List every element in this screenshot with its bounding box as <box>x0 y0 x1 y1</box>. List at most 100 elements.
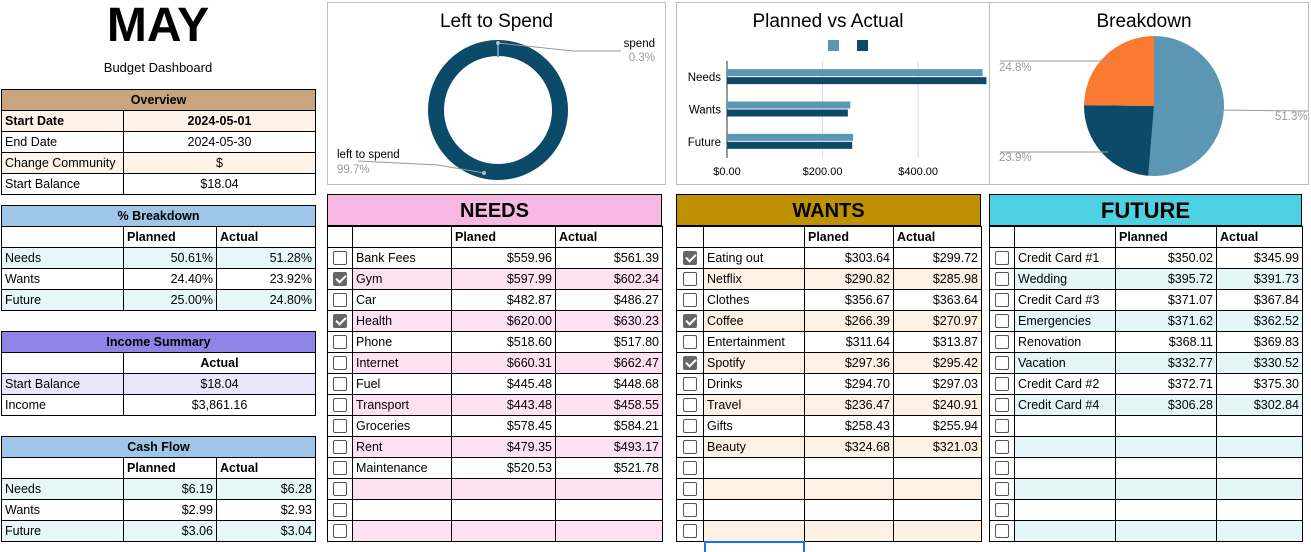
item-name[interactable]: Phone <box>352 331 452 353</box>
item-actual[interactable]: $521.78 <box>555 457 663 479</box>
item-actual[interactable] <box>1216 415 1303 437</box>
item-name[interactable] <box>1014 478 1116 500</box>
item-name[interactable] <box>1014 457 1116 479</box>
item-planned[interactable]: $518.60 <box>451 331 556 353</box>
item-actual[interactable] <box>555 499 663 521</box>
item-actual[interactable] <box>1216 520 1303 542</box>
item-planned[interactable] <box>451 478 556 500</box>
item-name[interactable]: Credit Card #3 <box>1014 289 1116 311</box>
item-planned[interactable]: $597.99 <box>451 268 556 290</box>
item-actual[interactable]: $486.27 <box>555 289 663 311</box>
checkbox-icon[interactable] <box>333 461 347 476</box>
item-actual[interactable]: $321.03 <box>893 436 982 458</box>
item-name[interactable]: Spotify <box>703 352 805 374</box>
end-date-value[interactable]: 2024-05-30 <box>123 131 316 153</box>
checkbox-icon[interactable] <box>333 356 347 371</box>
item-checkbox[interactable] <box>989 289 1015 311</box>
item-actual[interactable]: $493.17 <box>555 436 663 458</box>
item-checkbox[interactable] <box>989 352 1015 374</box>
item-actual[interactable] <box>893 457 982 479</box>
item-actual[interactable]: $255.94 <box>893 415 982 437</box>
item-checkbox[interactable] <box>327 394 353 416</box>
checkbox-icon[interactable] <box>333 335 347 350</box>
item-checkbox[interactable] <box>327 289 353 311</box>
item-name[interactable] <box>1014 415 1116 437</box>
item-actual[interactable]: $285.98 <box>893 268 982 290</box>
item-name[interactable]: Wedding <box>1014 268 1116 290</box>
checked-checkbox-icon[interactable] <box>683 314 697 329</box>
item-name[interactable]: Beauty <box>703 436 805 458</box>
checkbox-icon[interactable] <box>995 293 1009 308</box>
item-name[interactable] <box>703 520 805 542</box>
item-planned[interactable]: $371.07 <box>1115 289 1217 311</box>
item-checkbox[interactable] <box>676 247 704 269</box>
item-name[interactable]: Groceries <box>352 415 452 437</box>
item-actual[interactable]: $330.52 <box>1216 352 1303 374</box>
item-name[interactable]: Gym <box>352 268 452 290</box>
checkbox-icon[interactable] <box>995 272 1009 287</box>
item-actual[interactable] <box>893 478 982 500</box>
checkbox-icon[interactable] <box>995 503 1009 518</box>
item-checkbox[interactable] <box>989 247 1015 269</box>
item-checkbox[interactable] <box>989 499 1015 521</box>
item-planned[interactable]: $559.96 <box>451 247 556 269</box>
checkbox-icon[interactable] <box>683 335 697 350</box>
item-actual[interactable] <box>893 520 982 542</box>
item-actual[interactable]: $295.42 <box>893 352 982 374</box>
item-name[interactable]: Internet <box>352 352 452 374</box>
item-actual[interactable]: $662.47 <box>555 352 663 374</box>
item-planned[interactable]: $356.67 <box>804 289 894 311</box>
item-checkbox[interactable] <box>327 352 353 374</box>
item-planned[interactable] <box>804 457 894 479</box>
item-planned[interactable]: $350.02 <box>1115 247 1217 269</box>
checkbox-icon[interactable] <box>683 419 697 434</box>
item-checkbox[interactable] <box>327 268 353 290</box>
item-checkbox[interactable] <box>676 373 704 395</box>
item-checkbox[interactable] <box>989 457 1015 479</box>
item-actual[interactable]: $369.83 <box>1216 331 1303 353</box>
checkbox-icon[interactable] <box>995 461 1009 476</box>
item-planned[interactable]: $266.39 <box>804 310 894 332</box>
item-name[interactable] <box>1014 436 1116 458</box>
item-name[interactable]: Netflix <box>703 268 805 290</box>
item-name[interactable]: Car <box>352 289 452 311</box>
checkbox-icon[interactable] <box>683 503 697 518</box>
checkbox-icon[interactable] <box>995 314 1009 329</box>
item-checkbox[interactable] <box>327 457 353 479</box>
checkbox-icon[interactable] <box>995 251 1009 266</box>
checked-checkbox-icon[interactable] <box>683 356 697 371</box>
item-name[interactable]: Emergencies <box>1014 310 1116 332</box>
checkbox-icon[interactable] <box>333 377 347 392</box>
checkbox-icon[interactable] <box>995 440 1009 455</box>
checkbox-icon[interactable] <box>333 524 347 539</box>
item-name[interactable]: Credit Card #1 <box>1014 247 1116 269</box>
item-actual[interactable]: $517.80 <box>555 331 663 353</box>
item-actual[interactable]: $270.97 <box>893 310 982 332</box>
checkbox-icon[interactable] <box>333 503 347 518</box>
item-planned[interactable]: $236.47 <box>804 394 894 416</box>
item-checkbox[interactable] <box>327 478 353 500</box>
checkbox-icon[interactable] <box>995 398 1009 413</box>
item-planned[interactable] <box>804 520 894 542</box>
checkbox-icon[interactable] <box>333 482 347 497</box>
item-planned[interactable]: $578.45 <box>451 415 556 437</box>
checkbox-icon[interactable] <box>333 419 347 434</box>
item-planned[interactable] <box>1115 499 1217 521</box>
item-actual[interactable]: $391.73 <box>1216 268 1303 290</box>
item-actual[interactable]: $313.87 <box>893 331 982 353</box>
checkbox-icon[interactable] <box>333 440 347 455</box>
item-planned[interactable]: $479.35 <box>451 436 556 458</box>
item-checkbox[interactable] <box>327 331 353 353</box>
item-planned[interactable] <box>1115 436 1217 458</box>
item-planned[interactable] <box>1115 520 1217 542</box>
checkbox-icon[interactable] <box>683 377 697 392</box>
item-actual[interactable]: $448.68 <box>555 373 663 395</box>
item-checkbox[interactable] <box>676 352 704 374</box>
item-actual[interactable] <box>555 520 663 542</box>
item-name[interactable] <box>1014 520 1116 542</box>
item-checkbox[interactable] <box>676 268 704 290</box>
item-checkbox[interactable] <box>327 436 353 458</box>
item-name[interactable]: Health <box>352 310 452 332</box>
item-name[interactable]: Maintenance <box>352 457 452 479</box>
item-checkbox[interactable] <box>989 331 1015 353</box>
